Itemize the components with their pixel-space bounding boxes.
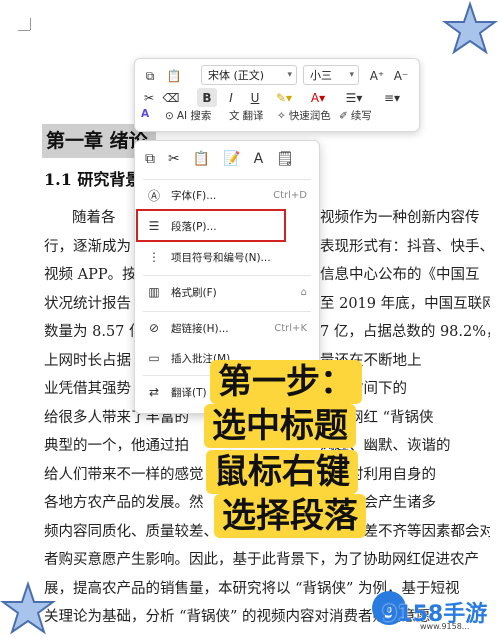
highlight-icon[interactable]: ✎▾ [271,89,297,107]
menu-separator [143,311,311,312]
font-name-value: 宋体 (正文) [208,69,265,82]
menu-item-format-painter[interactable]: ▥ 格式刷(F) ⌂ [135,279,319,305]
quick-color-label: 快速润色 [288,110,331,122]
align-icon[interactable]: ≡▾ [379,89,405,107]
link-icon: ⊘ [148,321,160,335]
body-text-line: 者购买意愿产生影响。因此，基于此背景下，为了协助网红促进农产 [44,548,490,569]
menu-item-label: 翻译(T) [171,386,207,399]
paste-icon[interactable]: 📋 [193,151,210,167]
translate-icon: 文 [229,110,240,122]
body-text-left: 上网时长占据 [44,352,131,369]
copy-icon[interactable]: ⧉ [141,67,159,85]
body-text-left: 业凭借其强势 [44,381,131,397]
translate-icon: ⇄ [148,385,160,399]
translate-button[interactable]: 文 翻译 [229,108,264,123]
body-text-right: 视频作为一种创新内容传 [320,210,480,226]
font-name-select[interactable]: 宋体 (正文) ▾ [201,65,297,85]
menu-item-label: 字体(F)... [171,189,217,202]
menu-separator [143,179,311,180]
paragraph-highlight-box [136,209,286,242]
paste-format-icon[interactable]: 📝 [223,151,240,167]
body-text-right: 至 2019 年底，中国互联网 [320,295,490,312]
body-text-left: 给人们带来不一样的感觉 [44,466,204,483]
font-icon: Ⓐ [147,188,160,203]
body-text-left: 状况统计报告 [44,295,131,312]
body-text-right: 7 亿，占据总数的 98.2%， [320,324,490,340]
callout-step: 第一步： [210,360,362,404]
body-text-left: 行，逐渐成为 [44,238,131,255]
shrink-font-button[interactable]: A⁻ [391,67,411,85]
menu-separator [143,275,311,276]
font-size-value: 小三 [310,69,332,82]
menu-item-list-numbering[interactable]: ⋮ 项目符号和编号(N)... [135,244,319,270]
callout-select-heading: 选中标题 [204,404,356,448]
cut-icon[interactable]: ✂ [139,89,159,107]
cut-icon[interactable]: ✂ [168,151,180,167]
continue-writing-label: 续写 [350,110,372,122]
body-text-left: 数量为 8.57 亿 [44,324,144,340]
body-text-left: 随着各 [72,210,116,226]
body-text-left: 典型的一个，他通过拍 [44,438,189,454]
list-icon: ⋮ [148,250,160,264]
margin-mark [18,30,30,31]
painter-lock-icon[interactable]: ⌂ [301,287,307,298]
underline-button[interactable]: U [245,89,265,107]
section-heading[interactable]: 1.1 研究背景 [44,166,141,190]
menu-item-label: 项目符号和编号(N)... [171,251,271,264]
watermark-url: www.9158... [420,622,470,631]
body-text-line: 展，提高农产品的销售量，本研究将以 “背锅侠” 为例，基于短视 [44,577,490,598]
ai-search-icon: ⊙ [165,109,174,122]
menu-item-hyperlink[interactable]: ⊘ 超链接(H)... Ctrl+K [135,315,319,341]
body-text-left: 者购买意愿产生影响。因此，基于此背景下，为了协助网红促进农产 [44,552,479,568]
grow-font-button[interactable]: A⁺ [367,67,387,85]
chevron-down-icon: ▾ [287,70,292,80]
line-spacing-icon[interactable]: ☰▾ [341,89,367,107]
paste-icon[interactable]: 📋 [163,67,185,85]
continue-writing-button[interactable]: ✐ 续写 [339,108,372,123]
body-text-left: 频内容同质化、质量较差、 [44,523,218,540]
ai-search-label: AI 搜索 [176,110,212,122]
menu-item-shortcut: Ctrl+K [274,322,307,334]
format-painter-icon: ▥ [148,285,160,299]
clipboard-row: ⧉ ✂ 📋 📝 A 🗒 [145,151,294,167]
menu-item-label: 超链接(H)... [171,322,229,335]
body-text-left: 视频 APP。按 [44,267,137,283]
menu-item-font[interactable]: Ⓐ 字体(F)... Ctrl+D [135,182,319,208]
floating-toolbar: ⧉ 📋 宋体 (正文) ▾ 小三 ▾ A⁺ A⁻ ✂ ⌫ B I U ✎▾ A▾… [134,58,420,132]
star-icon [441,0,499,55]
body-text-left: 各地方农产品的发展。然 [44,495,204,511]
font-color-icon[interactable]: A▾ [305,89,331,107]
body-text-right: 信息中心公布的《中国互 [320,267,480,283]
menu-item-shortcut: Ctrl+D [273,189,307,201]
margin-mark [30,18,31,30]
font-size-select[interactable]: 小三 ▾ [303,65,359,85]
bold-button[interactable]: B [197,88,217,107]
callout-right-click: 鼠标右键 [206,450,358,494]
ai-assistant-icon[interactable]: A [141,108,149,120]
pen-icon: ✐ [339,109,348,122]
paste-special-icon[interactable]: 🗒 [276,151,294,167]
clear-format-icon[interactable]: ⌫ [161,89,181,107]
copy-icon[interactable]: ⧉ [145,151,155,167]
menu-item-label: 格式刷(F) [171,286,217,299]
comment-icon: ▭ [148,351,160,365]
paste-text-icon[interactable]: A [254,151,264,167]
italic-button[interactable]: I [221,89,241,107]
chevron-down-icon: ▾ [349,70,354,80]
body-text-right: 表现形式有：抖音、快手、 [320,238,490,255]
quick-color-button[interactable]: ✧ 快速润色 [277,108,331,123]
translate-label: 翻译 [242,110,264,122]
magic-icon: ✧ [277,109,286,122]
callout-choose-paragraph: 选择段落 [214,494,366,538]
ai-search-button[interactable]: ⊙ AI 搜索 [165,108,211,123]
